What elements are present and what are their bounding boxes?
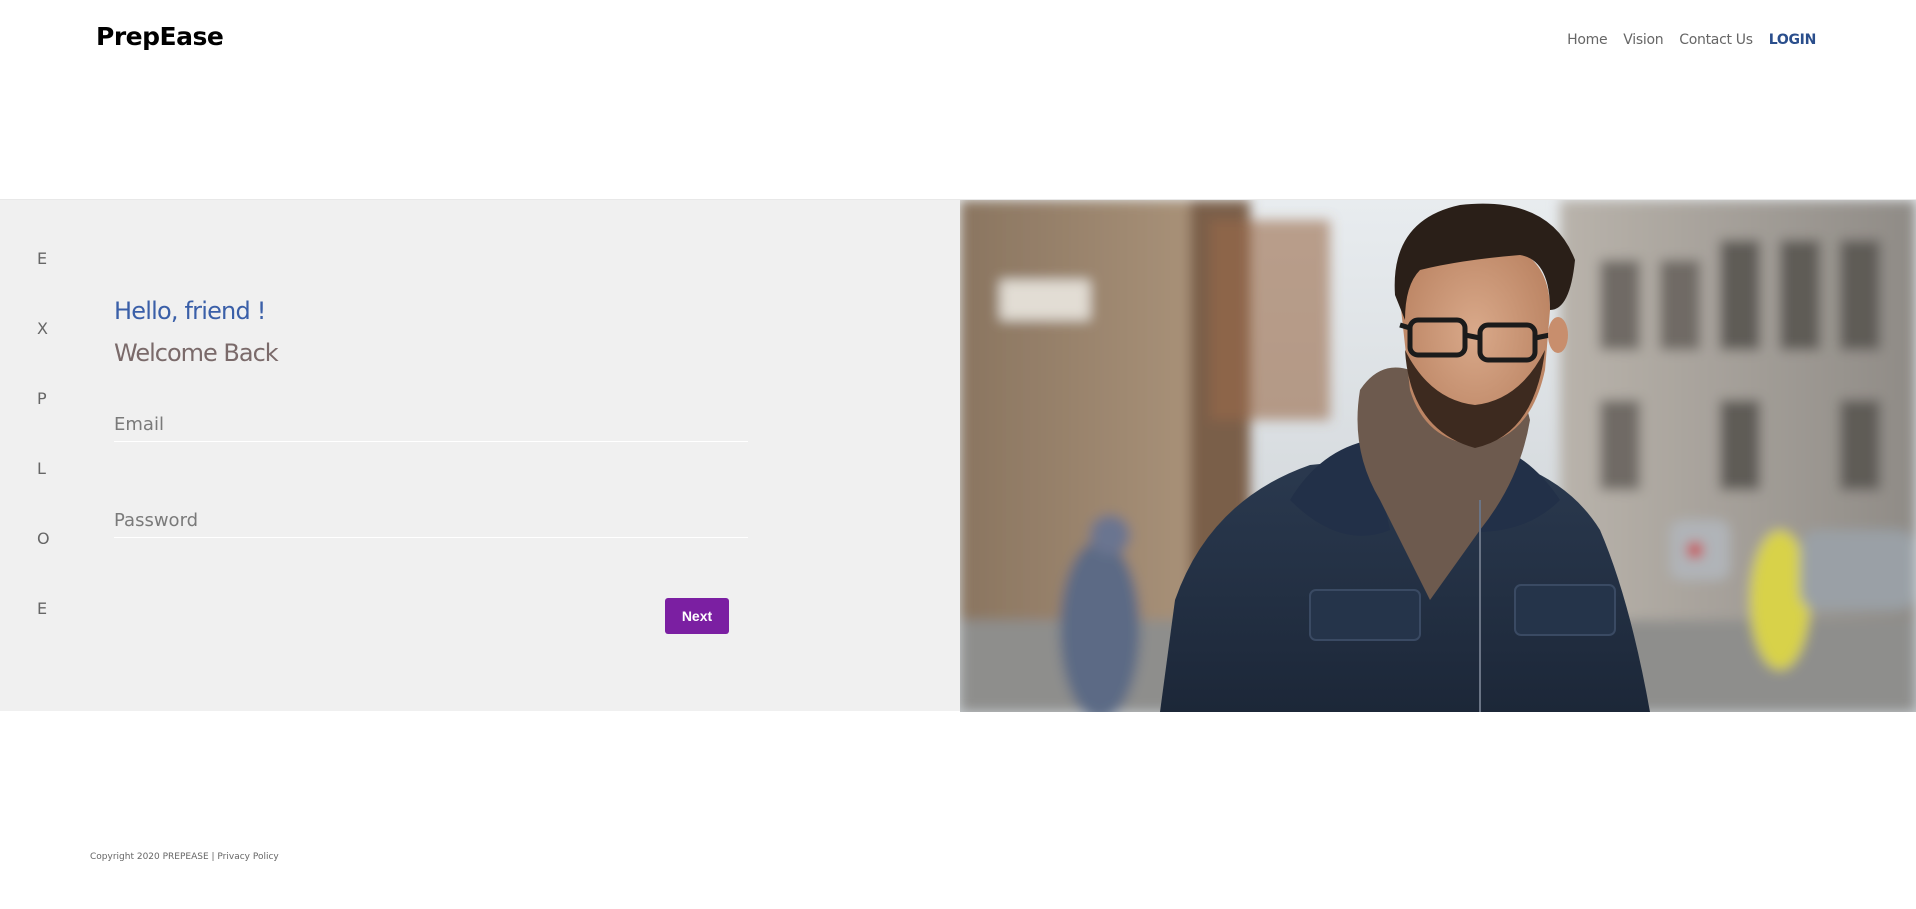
email-field[interactable] <box>114 408 748 442</box>
welcome-title: Welcome Back <box>114 339 279 367</box>
main-nav: Home Vision Contact Us LOGIN <box>1567 32 1816 48</box>
login-form: Hello, friend ! Welcome Back Next <box>114 296 748 634</box>
login-section: E X P L O E Hello, friend ! Welcome Back… <box>0 199 1916 712</box>
explore-letter: L <box>37 459 46 478</box>
nav-login[interactable]: LOGIN <box>1769 32 1817 48</box>
explore-letter: E <box>37 249 48 268</box>
explore-letter: O <box>37 529 50 548</box>
site-header: PrepEase Home Vision Contact Us LOGIN <box>0 0 1916 90</box>
next-button[interactable]: Next <box>665 598 729 634</box>
nav-vision[interactable]: Vision <box>1623 32 1663 48</box>
explore-letter: X <box>37 319 48 338</box>
nav-home[interactable]: Home <box>1567 32 1607 48</box>
nav-contact-us[interactable]: Contact Us <box>1679 32 1753 48</box>
brand-logo[interactable]: PrepEase <box>96 22 224 51</box>
explore-vertical-text: E X P L O E <box>37 250 50 670</box>
site-footer: Copyright 2020 PREPEASE | Privacy Policy <box>90 852 279 862</box>
explore-letter: E <box>37 599 48 618</box>
copyright-text: Copyright 2020 PREPEASE | <box>90 852 218 862</box>
privacy-policy-link[interactable]: Privacy Policy <box>217 852 278 862</box>
password-field[interactable] <box>114 504 748 538</box>
explore-letter: P <box>37 389 47 408</box>
greeting-text: Hello, friend ! <box>114 297 266 325</box>
hero-photo <box>960 200 1916 712</box>
